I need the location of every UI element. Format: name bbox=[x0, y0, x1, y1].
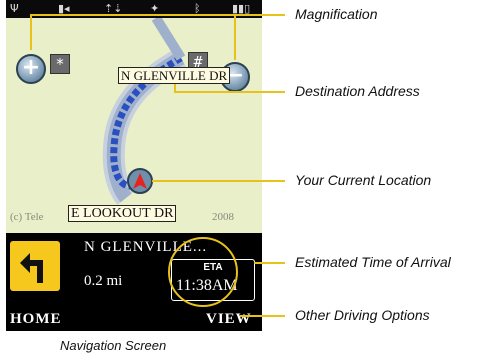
callout-eta: Estimated Time of Arrival bbox=[295, 254, 451, 270]
view-softkey[interactable]: VIEW bbox=[206, 311, 252, 328]
eta-time: 11:38AM bbox=[176, 277, 238, 294]
callout-destination-address: Destination Address bbox=[295, 83, 420, 99]
current-street-label: E LOOKOUT DR bbox=[68, 205, 177, 222]
battery-icon: ▮▮▯ bbox=[232, 2, 251, 15]
callout-current-location: Your Current Location bbox=[295, 172, 432, 188]
bluetooth-icon: ᛒ bbox=[194, 2, 201, 15]
data-transfer-icon: ⇡⇣ bbox=[104, 2, 123, 15]
destination-address-label: N GLENVILLE DR bbox=[118, 67, 231, 84]
data-icon: ▮◂ bbox=[58, 2, 70, 15]
route-map bbox=[6, 18, 262, 233]
map-view[interactable]: + * # − N GLENVILLE DR (c) Tele E LOOKOU… bbox=[6, 18, 262, 233]
star-key-icon: * bbox=[50, 54, 70, 74]
gps-icon: ✦ bbox=[150, 2, 160, 15]
signal-icon: Ψ bbox=[10, 2, 19, 15]
turn-indicator bbox=[10, 241, 60, 291]
callout-driving-options: Other Driving Options bbox=[295, 307, 430, 323]
map-copyright: (c) Tele bbox=[10, 211, 44, 223]
figure-caption: Navigation Screen bbox=[60, 338, 167, 353]
navigation-panel: N GLENVILLE... 0.2 mi ETA 11:38AM HOME V… bbox=[6, 233, 262, 331]
location-arrow bbox=[133, 173, 147, 189]
next-street-name: N GLENVILLE... bbox=[84, 239, 208, 255]
eta-label: ETA bbox=[203, 262, 223, 273]
distance-to-turn: 0.2 mi bbox=[84, 273, 123, 289]
current-location-icon bbox=[127, 168, 153, 194]
copyright-year: 2008 bbox=[212, 211, 234, 223]
plus-icon: + bbox=[21, 55, 41, 80]
map-background bbox=[6, 18, 262, 233]
callout-magnification: Magnification bbox=[295, 6, 378, 22]
status-bar: Ψ ▮◂ ⇡⇣ ✦ ᛒ ▮▮▯ bbox=[6, 0, 262, 18]
turn-left-icon bbox=[20, 253, 43, 283]
phone-screen: Ψ ▮◂ ⇡⇣ ✦ ᛒ ▮▮▯ + * # − N GLENVILLE DR (… bbox=[6, 0, 262, 331]
eta-display[interactable]: ETA 11:38AM bbox=[171, 259, 255, 301]
zoom-in-button[interactable]: + bbox=[16, 54, 46, 84]
home-softkey[interactable]: HOME bbox=[10, 311, 62, 328]
